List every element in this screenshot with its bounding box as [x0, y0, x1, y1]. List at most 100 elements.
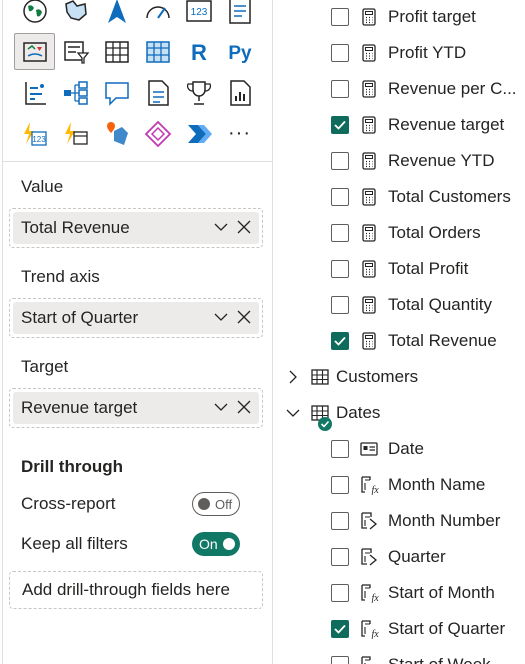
svg-text:Py: Py — [228, 43, 252, 64]
key-influencers-icon[interactable] — [14, 74, 55, 111]
calculated-column-icon: fx — [359, 655, 379, 664]
more-visuals-label: ··· — [228, 122, 251, 144]
close-icon[interactable] — [237, 310, 251, 324]
python-visual-icon[interactable]: Py — [219, 33, 260, 70]
keep-all-filters-toggle[interactable]: On — [192, 532, 240, 556]
multi-row-card-icon[interactable] — [219, 0, 260, 29]
measures-field-row[interactable]: Total Orders — [274, 215, 525, 251]
azure-map-icon[interactable] — [96, 115, 137, 152]
field-checkbox[interactable] — [331, 548, 349, 566]
dates_fields-field-row[interactable]: Date — [274, 431, 525, 467]
field-checkbox[interactable] — [331, 476, 349, 494]
field-checkbox[interactable] — [331, 80, 349, 98]
table-customers[interactable]: Customers — [274, 359, 525, 395]
table-icon[interactable] — [96, 33, 137, 70]
filled-map-icon[interactable] — [55, 0, 96, 29]
dates_fields-field-row[interactable]: fx Month Name — [274, 467, 525, 503]
svg-text:fx: fx — [372, 629, 380, 639]
measures-field-row[interactable]: Revenue target — [274, 107, 525, 143]
trend-axis-well[interactable]: Start of Quarter — [9, 298, 263, 338]
measure-icon — [359, 7, 379, 27]
paginated-report-icon[interactable] — [219, 74, 260, 111]
field-checkbox[interactable] — [331, 152, 349, 170]
field-name: Profit YTD — [388, 43, 467, 62]
measure-icon — [359, 331, 379, 351]
field-checkbox[interactable] — [331, 224, 349, 242]
chevron-down-icon[interactable] — [213, 219, 229, 235]
cross-report-toggle[interactable]: Off — [192, 492, 240, 516]
table-dates[interactable]: Dates — [274, 395, 525, 431]
dates_fields-field-row[interactable]: fx Start of Quarter — [274, 611, 525, 647]
r-visual-icon[interactable]: R — [178, 33, 219, 70]
measures-field-row[interactable]: Total Profit — [274, 251, 525, 287]
power-automate-icon[interactable] — [55, 115, 96, 152]
measure-icon — [359, 295, 379, 315]
field-checkbox[interactable] — [331, 656, 349, 664]
measures-field-row[interactable]: Revenue per C... — [274, 71, 525, 107]
field-checkbox[interactable] — [331, 332, 349, 350]
arrow-visual-icon[interactable] — [96, 0, 137, 29]
dates_fields-field-row[interactable]: fx Start of Month — [274, 575, 525, 611]
target-field-pill[interactable]: Revenue target — [13, 392, 259, 424]
globe-map-icon[interactable] — [14, 0, 55, 29]
gauge-icon[interactable] — [137, 0, 178, 29]
kpi-icon[interactable] — [14, 33, 55, 70]
fabric-icon[interactable] — [137, 115, 178, 152]
trend-axis-well-label: Trend axis — [21, 267, 100, 286]
measures-field-row[interactable]: Total Quantity — [274, 287, 525, 323]
calculated-column-icon: fx — [359, 475, 380, 496]
sort-column-icon — [359, 511, 379, 531]
dates_fields-field-row[interactable]: Quarter — [274, 539, 525, 575]
measure-icon — [359, 151, 379, 171]
toggle-knob — [198, 498, 210, 510]
field-name: Start of Month — [388, 583, 495, 602]
svg-text:fx: fx — [372, 485, 380, 495]
chevron-down-icon[interactable] — [286, 406, 300, 420]
measures-field-row[interactable]: Revenue YTD — [274, 143, 525, 179]
slicer-icon[interactable] — [55, 33, 96, 70]
field-checkbox[interactable] — [331, 116, 349, 134]
measures-field-row[interactable]: Profit target — [274, 0, 525, 35]
field-checkbox[interactable] — [331, 584, 349, 602]
dates_fields-field-row[interactable]: fx Start of Week — [274, 647, 525, 664]
measures-field-row[interactable]: Total Revenue — [274, 323, 525, 359]
close-icon[interactable] — [237, 220, 251, 234]
dates_fields-field-row[interactable]: Month Number — [274, 503, 525, 539]
trend-axis-field-pill[interactable]: Start of Quarter — [13, 302, 259, 334]
measures-field-row[interactable]: Total Customers — [274, 179, 525, 215]
svg-text:123: 123 — [32, 135, 46, 144]
field-checkbox[interactable] — [331, 296, 349, 314]
measure-icon — [359, 79, 379, 99]
trophy-icon[interactable] — [178, 74, 219, 111]
decomposition-tree-icon[interactable] — [55, 74, 96, 111]
measure-icon — [359, 43, 379, 63]
value-well[interactable]: Total Revenue — [9, 208, 263, 248]
measures-field-row[interactable]: Profit YTD — [274, 35, 525, 71]
table-name: Dates — [336, 403, 381, 422]
field-name: Total Profit — [388, 259, 469, 278]
value-well-label: Value — [21, 177, 64, 196]
field-checkbox[interactable] — [331, 440, 349, 458]
field-checkbox[interactable] — [331, 260, 349, 278]
power-apps-icon[interactable]: 123 — [14, 115, 55, 152]
close-icon[interactable] — [237, 400, 251, 414]
field-checkbox[interactable] — [331, 8, 349, 26]
field-checkbox[interactable] — [331, 188, 349, 206]
field-checkbox[interactable] — [331, 620, 349, 638]
qa-icon[interactable] — [96, 74, 137, 111]
chevron-down-icon[interactable] — [213, 309, 229, 325]
drill-through-fields-well[interactable]: Add drill-through fields here — [9, 571, 263, 609]
card-123-icon[interactable]: 123 — [178, 0, 219, 29]
value-field-pill[interactable]: Total Revenue — [13, 212, 259, 244]
chevron-down-icon[interactable] — [213, 399, 229, 415]
matrix-icon[interactable] — [137, 33, 178, 70]
field-name: Date — [388, 439, 424, 458]
power-automate-flow-icon[interactable] — [178, 115, 219, 152]
more-visuals-icon[interactable]: ··· — [219, 115, 260, 152]
smart-narrative-icon[interactable] — [137, 74, 178, 111]
cross-report-label: Cross-report — [21, 494, 116, 513]
target-well[interactable]: Revenue target — [9, 388, 263, 428]
chevron-right-icon[interactable] — [286, 370, 300, 384]
field-checkbox[interactable] — [331, 512, 349, 530]
field-checkbox[interactable] — [331, 44, 349, 62]
